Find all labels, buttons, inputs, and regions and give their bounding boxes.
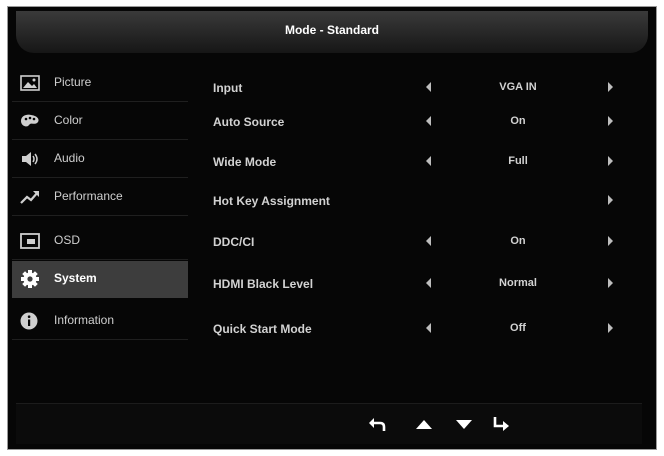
setting-label: Wide Mode [213, 155, 277, 169]
sidebar-item-label: System [54, 271, 97, 285]
setting-label: Quick Start Mode [213, 322, 312, 336]
gear-icon [21, 270, 39, 288]
sidebar-item-audio[interactable]: Audio [12, 141, 188, 178]
setting-label: Hot Key Assignment [213, 194, 330, 208]
sidebar-item-picture[interactable]: Picture [12, 65, 188, 102]
sidebar-item-information[interactable]: Information [12, 303, 188, 340]
color-palette-icon [21, 114, 39, 127]
sidebar-item-label: Information [54, 313, 115, 327]
setting-value: Full [508, 155, 528, 167]
right-arrow-icon[interactable] [608, 195, 613, 205]
return-icon[interactable] [366, 414, 388, 434]
setting-row-input[interactable]: Input VGA IN [213, 78, 623, 100]
left-arrow-icon[interactable] [426, 278, 431, 288]
setting-row-hot-key-assignment[interactable]: Hot Key Assignment [213, 191, 623, 213]
osd-window-icon [20, 233, 40, 249]
mode-title: Mode - Standard [284, 23, 379, 37]
setting-value: Normal [499, 277, 537, 289]
osd-header: Mode - Standard [16, 11, 648, 53]
sidebar-item-system[interactable]: System [12, 261, 188, 298]
osd-menu: Mode - Standard Picture Color Audio Perf… [7, 6, 657, 450]
right-arrow-icon[interactable] [608, 323, 613, 333]
setting-row-ddc-ci[interactable]: DDC/CI On [213, 232, 623, 254]
info-icon [20, 312, 38, 330]
right-arrow-icon[interactable] [608, 82, 613, 92]
sidebar-item-label: Color [54, 113, 83, 127]
left-arrow-icon[interactable] [426, 236, 431, 246]
setting-row-hdmi-black-level[interactable]: HDMI Black Level Normal [213, 274, 623, 296]
speaker-icon [22, 152, 38, 166]
sidebar-item-color[interactable]: Color [12, 103, 188, 140]
enter-icon[interactable] [490, 414, 512, 434]
down-arrow-icon[interactable] [453, 414, 475, 434]
setting-row-auto-source[interactable]: Auto Source On [213, 112, 623, 134]
setting-label: Auto Source [213, 115, 285, 129]
setting-value: On [510, 115, 526, 127]
picture-icon [20, 75, 40, 91]
right-arrow-icon[interactable] [608, 156, 613, 166]
setting-value: VGA IN [499, 81, 537, 93]
setting-value: On [510, 235, 526, 247]
setting-label: Input [213, 81, 243, 95]
sidebar-item-performance[interactable]: Performance [12, 179, 188, 216]
sidebar-item-osd[interactable]: OSD [12, 223, 188, 260]
sidebar-item-label: Audio [54, 151, 85, 165]
setting-value: Off [510, 322, 526, 334]
sidebar-item-label: OSD [54, 233, 81, 247]
right-arrow-icon[interactable] [608, 116, 613, 126]
control-bar [16, 403, 642, 444]
setting-label: DDC/CI [213, 235, 255, 249]
sidebar-item-label: Picture [54, 75, 92, 89]
trend-up-icon [20, 191, 39, 204]
setting-row-wide-mode[interactable]: Wide Mode Full [213, 152, 623, 174]
left-arrow-icon[interactable] [426, 156, 431, 166]
setting-row-quick-start-mode[interactable]: Quick Start Mode Off [213, 319, 623, 341]
left-arrow-icon[interactable] [426, 116, 431, 126]
up-arrow-icon[interactable] [413, 414, 435, 434]
left-arrow-icon[interactable] [426, 323, 431, 333]
setting-label: HDMI Black Level [213, 277, 314, 291]
left-arrow-icon[interactable] [426, 82, 431, 92]
sidebar-item-label: Performance [54, 189, 123, 203]
right-arrow-icon[interactable] [608, 278, 613, 288]
right-arrow-icon[interactable] [608, 236, 613, 246]
